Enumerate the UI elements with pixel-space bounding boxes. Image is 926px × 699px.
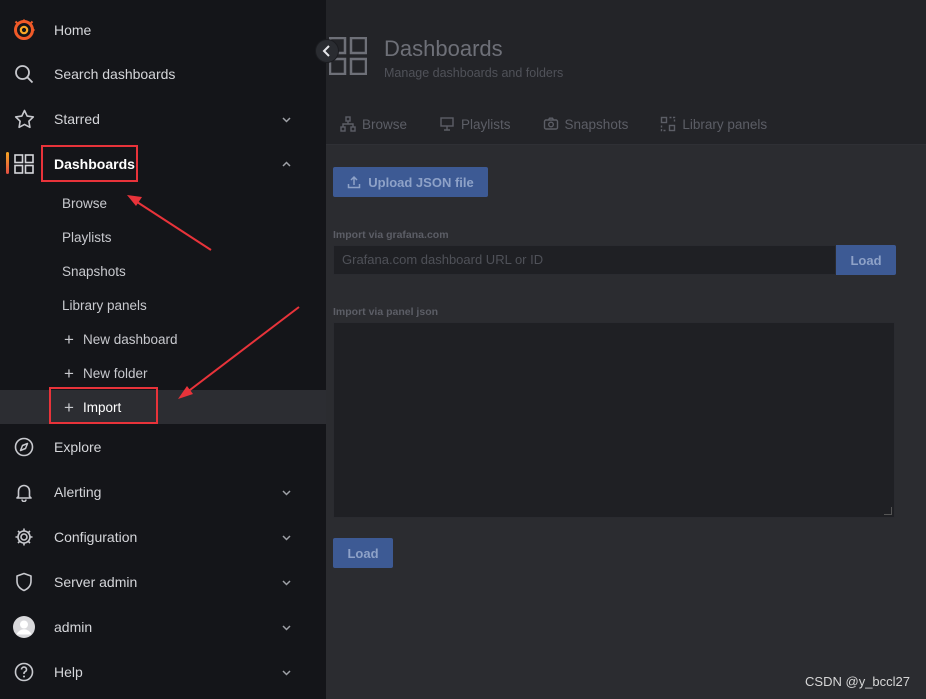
tab-library-panels[interactable]: Library panels [660, 116, 767, 132]
gear-icon [13, 526, 35, 548]
chevron-down-icon [282, 116, 291, 123]
compass-icon [13, 436, 35, 458]
nav-server-admin[interactable]: Server admin [0, 562, 326, 602]
grafana-logo-icon [13, 19, 35, 41]
nav-home[interactable]: Home [0, 10, 326, 50]
tab-label: Library panels [682, 116, 768, 132]
nav-sub-label: Library panels [62, 297, 147, 313]
panel-json-label: Import via panel json [333, 306, 439, 318]
nav-configuration[interactable]: Configuration [0, 517, 326, 557]
nav-sub-label: Import [83, 399, 122, 415]
load-json-button[interactable]: Load [333, 538, 393, 568]
nav-sub-label: New folder [83, 365, 148, 381]
panel-json-textarea[interactable] [333, 322, 895, 518]
nav-label: Configuration [54, 529, 138, 545]
load-url-button[interactable]: Load [836, 245, 896, 275]
help-icon [13, 661, 35, 683]
chevron-down-icon [282, 624, 291, 631]
nav-label: Server admin [54, 574, 138, 590]
chevron-down-icon [282, 579, 291, 586]
upload-icon [348, 175, 361, 189]
chevron-left-icon [322, 45, 330, 57]
nav-user[interactable]: admin [0, 607, 326, 647]
star-icon [13, 108, 35, 130]
tab-browse[interactable]: Browse [340, 116, 407, 132]
sidebar: Home Search dashboards Starred Dashboard… [0, 0, 326, 699]
nav-label: Home [54, 22, 92, 38]
sitemap-icon [340, 116, 356, 132]
chevron-down-icon [282, 534, 291, 541]
plus-icon: + [64, 329, 74, 349]
nav-sub-label: Snapshots [62, 263, 126, 279]
collapse-sidebar-button[interactable] [315, 39, 339, 63]
library-panel-icon [661, 116, 676, 132]
shield-icon [13, 571, 35, 593]
grafana-url-input[interactable]: Grafana.com dashboard URL or ID [333, 245, 836, 275]
chevron-down-icon [282, 669, 291, 676]
tab-playlists[interactable]: Playlists [439, 116, 511, 132]
nav-label: Help [54, 664, 83, 680]
nav-sub-label: Browse [62, 195, 108, 211]
bell-icon [13, 481, 35, 503]
dashboards-icon [13, 153, 35, 175]
nav-dashboards[interactable]: Dashboards [0, 144, 326, 184]
nav-label: Dashboards [54, 156, 135, 172]
nav-help[interactable]: Help [0, 652, 326, 692]
nav-sub-new-dashboard[interactable]: + New dashboard [0, 322, 326, 356]
resize-handle[interactable] [884, 507, 892, 515]
page-header: Dashboards Manage dashboards and folders… [326, 0, 926, 145]
nav-sub-snapshots[interactable]: Snapshots [0, 254, 326, 288]
avatar [13, 616, 35, 638]
chevron-up-icon [282, 160, 291, 167]
nav-sub-library-panels[interactable]: Library panels [0, 288, 326, 322]
page-title: Dashboards [384, 36, 503, 61]
tab-snapshots[interactable]: Snapshots [543, 116, 629, 132]
nav-sub-browse[interactable]: Browse [0, 186, 326, 220]
page-tabs: Browse Playlists Snapshots Library panel… [340, 116, 799, 132]
nav-sub-playlists[interactable]: Playlists [0, 220, 326, 254]
nav-sub-new-folder[interactable]: + New folder [0, 356, 326, 390]
nav-label: Explore [54, 439, 102, 455]
upload-json-button[interactable]: Upload JSON file [333, 167, 488, 197]
presentation-icon [440, 117, 454, 131]
watermark: CSDN @y_bccl27 [805, 674, 910, 689]
nav-sub-label: New dashboard [83, 331, 178, 347]
nav-explore[interactable]: Explore [0, 427, 326, 467]
plus-icon: + [64, 363, 74, 383]
plus-icon: + [64, 397, 74, 417]
nav-alerting[interactable]: Alerting [0, 472, 326, 512]
main-content: Dashboards Manage dashboards and folders… [326, 0, 926, 699]
page-subtitle: Manage dashboards and folders [384, 66, 564, 80]
nav-starred[interactable]: Starred [0, 99, 326, 139]
search-icon [13, 63, 35, 85]
chevron-down-icon [282, 489, 291, 496]
tab-label: Browse [362, 116, 408, 132]
camera-icon [543, 117, 558, 130]
nav-search[interactable]: Search dashboards [0, 54, 326, 94]
nav-sub-import[interactable]: + Import [0, 390, 326, 424]
grafana-import-label: Import via grafana.com [333, 229, 449, 241]
tab-label: Snapshots [564, 116, 629, 132]
nav-label: Alerting [54, 484, 102, 500]
upload-json-label: Upload JSON file [368, 174, 474, 190]
tab-label: Playlists [461, 116, 511, 132]
nav-label: Search dashboards [54, 66, 176, 82]
nav-sub-label: Playlists [62, 229, 112, 245]
nav-label: Starred [54, 111, 100, 127]
nav-label: admin [54, 619, 93, 635]
